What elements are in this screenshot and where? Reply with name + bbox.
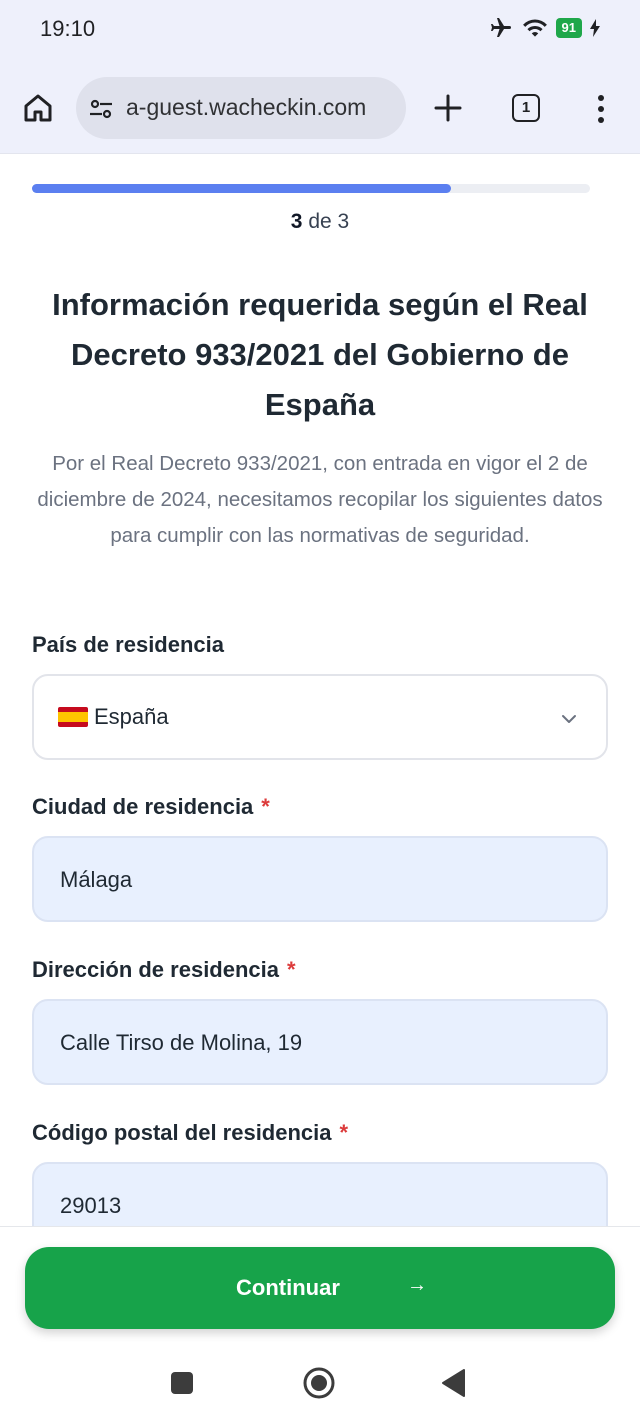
city-label: Ciudad de residencia * <box>32 794 270 820</box>
chevron-down-icon <box>562 715 576 723</box>
browser-toolbar: a-guest.wacheckin.com 1 <box>0 60 640 154</box>
new-tab-icon[interactable] <box>432 92 464 124</box>
address-bar[interactable]: a-guest.wacheckin.com <box>76 77 406 139</box>
city-input[interactable]: Málaga <box>32 836 608 922</box>
airplane-icon <box>490 18 511 37</box>
home-icon[interactable] <box>22 92 54 124</box>
address-value[interactable]: Calle Tirso de Molina, 19 <box>60 1030 302 1056</box>
back-button[interactable] <box>440 1368 466 1398</box>
address-label-text: Dirección de residencia <box>32 957 279 982</box>
arrow-right-icon: → <box>407 1274 427 1296</box>
continue-button[interactable]: Continuar → <box>25 1247 615 1329</box>
home-button[interactable] <box>302 1366 336 1400</box>
recents-button[interactable] <box>171 1372 193 1394</box>
continue-label: Continuar <box>236 1275 340 1300</box>
battery-icon: 91 <box>555 18 582 38</box>
country-select[interactable]: España <box>32 674 608 760</box>
step-separator: de <box>308 210 332 233</box>
page-title: Información requerida según el Real Decr… <box>52 287 588 422</box>
wifi-icon <box>522 19 547 37</box>
address-label: Dirección de residencia * <box>32 957 296 983</box>
status-time: 19:10 <box>40 16 96 41</box>
spain-flag-icon <box>58 707 88 727</box>
postal-code-label-text: Código postal del residencia <box>32 1120 332 1145</box>
charging-icon <box>590 19 600 37</box>
step-current: 3 <box>290 210 303 233</box>
bottom-action-bar: Continuar → <box>0 1226 640 1342</box>
system-nav-bar <box>0 1342 640 1422</box>
status-bar: 19:10 91 <box>0 0 640 60</box>
address-input[interactable]: Calle Tirso de Molina, 19 <box>32 999 608 1085</box>
required-marker: * <box>339 1120 349 1145</box>
step-total: 3 <box>337 210 350 233</box>
postal-code-label: Código postal del residencia * <box>32 1120 348 1146</box>
required-marker: * <box>287 957 296 982</box>
step-indicator: 3 de 3 <box>0 210 640 234</box>
progress-bar <box>32 184 590 193</box>
city-label-text: Ciudad de residencia <box>32 794 254 819</box>
country-value: España <box>94 704 169 729</box>
page-content: 3 de 3 Información requerida según el Re… <box>0 154 640 1226</box>
postal-code-input[interactable]: 29013 <box>32 1162 608 1226</box>
country-label: País de residencia <box>32 632 224 658</box>
postal-code-value[interactable]: 29013 <box>60 1193 121 1219</box>
tab-switcher-button[interactable]: 1 <box>512 94 540 122</box>
page-description: Por el Real Decreto 933/2021, con entrad… <box>37 452 603 547</box>
url-text[interactable]: a-guest.wacheckin.com <box>126 94 398 121</box>
site-settings-icon[interactable] <box>88 96 114 122</box>
more-menu-icon[interactable] <box>592 94 610 124</box>
city-value[interactable]: Málaga <box>60 867 132 893</box>
status-icons: 91 <box>488 16 600 40</box>
country-label-text: País de residencia <box>32 632 224 657</box>
progress-fill <box>32 184 451 193</box>
required-marker: * <box>261 794 270 819</box>
